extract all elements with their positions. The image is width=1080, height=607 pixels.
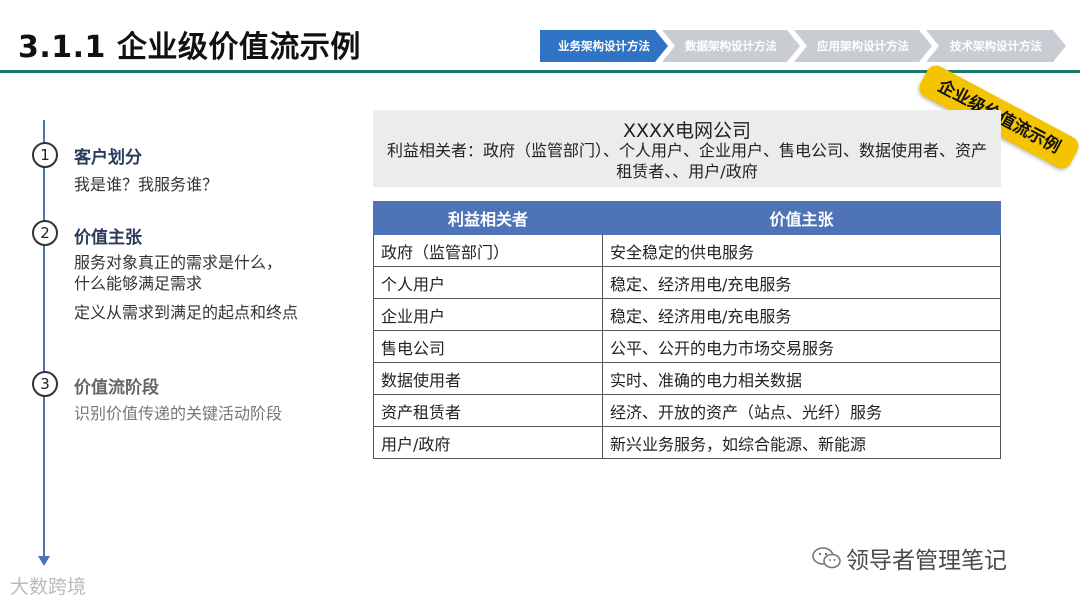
- stakeholder-cell: 售电公司: [373, 330, 603, 363]
- company-box: XXXX电网公司 利益相关者：政府（监管部门）、个人用户、企业用户、售电公司、数…: [373, 110, 1001, 187]
- stakeholder-cell: 企业用户: [373, 298, 603, 331]
- value-cell: 经济、开放的资产（站点、光纤）服务: [602, 394, 1001, 427]
- watermark-text: 领导者管理笔记: [846, 548, 1007, 574]
- step-desc-2b: 什么能够满足需求: [74, 274, 203, 293]
- breadcrumb-application-architecture[interactable]: 应用架构设计方法: [794, 30, 932, 62]
- column-header-value-proposition: 价值主张: [602, 201, 1001, 235]
- step-number-3: 3: [32, 371, 58, 397]
- table-header-row: 利益相关者 价值主张: [373, 201, 1001, 235]
- wechat-icon: [812, 547, 841, 569]
- step-title-value-proposition: 价值主张: [74, 228, 142, 248]
- step-desc-2c: 定义从需求到满足的起点和终点: [74, 303, 299, 322]
- step-desc-3: 识别价值传递的关键活动阶段: [74, 404, 283, 423]
- table-row: 资产租赁者 经济、开放的资产（站点、光纤）服务: [373, 394, 1001, 427]
- stakeholder-cell: 资产租赁者: [373, 394, 603, 427]
- table-row: 数据使用者 实时、准确的电力相关数据: [373, 362, 1001, 395]
- title-rule: [0, 70, 1080, 73]
- breadcrumb: 业务架构设计方法 数据架构设计方法 应用架构设计方法 技术架构设计方法: [540, 30, 1075, 62]
- value-cell: 新兴业务服务，如综合能源、新能源: [602, 426, 1001, 459]
- stakeholder-cell: 用户/政府: [373, 426, 603, 459]
- value-cell: 公平、公开的电力市场交易服务: [602, 330, 1001, 363]
- value-cell: 稳定、经济用电/充电服务: [602, 298, 1001, 331]
- table-row: 个人用户 稳定、经济用电/充电服务: [373, 266, 1001, 299]
- corner-logo: 大数跨境: [10, 576, 87, 598]
- step-desc-2a: 服务对象真正的需求是什么，: [74, 253, 283, 272]
- value-table: 利益相关者 价值主张 政府（监管部门） 安全稳定的供电服务 个人用户 稳定、经济…: [373, 201, 1001, 459]
- breadcrumb-technology-architecture[interactable]: 技术架构设计方法: [926, 30, 1066, 62]
- table-row: 政府（监管部门） 安全稳定的供电服务: [373, 234, 1001, 267]
- step-title-customer-segment: 客户划分: [74, 148, 142, 168]
- stakeholder-cell: 数据使用者: [373, 362, 603, 395]
- table-row: 售电公司 公平、公开的电力市场交易服务: [373, 330, 1001, 363]
- stakeholder-cell: 政府（监管部门）: [373, 234, 603, 267]
- company-name: XXXX电网公司: [622, 120, 752, 142]
- value-cell: 实时、准确的电力相关数据: [602, 362, 1001, 395]
- step-title-value-stream-stages: 价值流阶段: [74, 378, 159, 398]
- timeline-line: [43, 120, 45, 560]
- step-desc-1: 我是谁？我服务谁？: [74, 175, 219, 194]
- page-title: 3.1.1 企业级价值流示例: [18, 30, 361, 65]
- table-row: 企业用户 稳定、经济用电/充电服务: [373, 298, 1001, 331]
- value-cell: 安全稳定的供电服务: [602, 234, 1001, 267]
- column-header-stakeholder: 利益相关者: [373, 201, 603, 235]
- step-number-2: 2: [32, 220, 58, 246]
- step-number-1: 1: [32, 142, 58, 168]
- breadcrumb-data-architecture[interactable]: 数据架构设计方法: [662, 30, 800, 62]
- timeline-arrow-icon: [38, 556, 50, 566]
- breadcrumb-business-architecture[interactable]: 业务架构设计方法: [540, 30, 668, 62]
- company-stakeholders: 利益相关者：政府（监管部门）、个人用户、企业用户、售电公司、数据使用者、资产租赁…: [386, 141, 987, 181]
- stakeholder-cell: 个人用户: [373, 266, 603, 299]
- table-row: 用户/政府 新兴业务服务，如综合能源、新能源: [373, 426, 1001, 459]
- value-cell: 稳定、经济用电/充电服务: [602, 266, 1001, 299]
